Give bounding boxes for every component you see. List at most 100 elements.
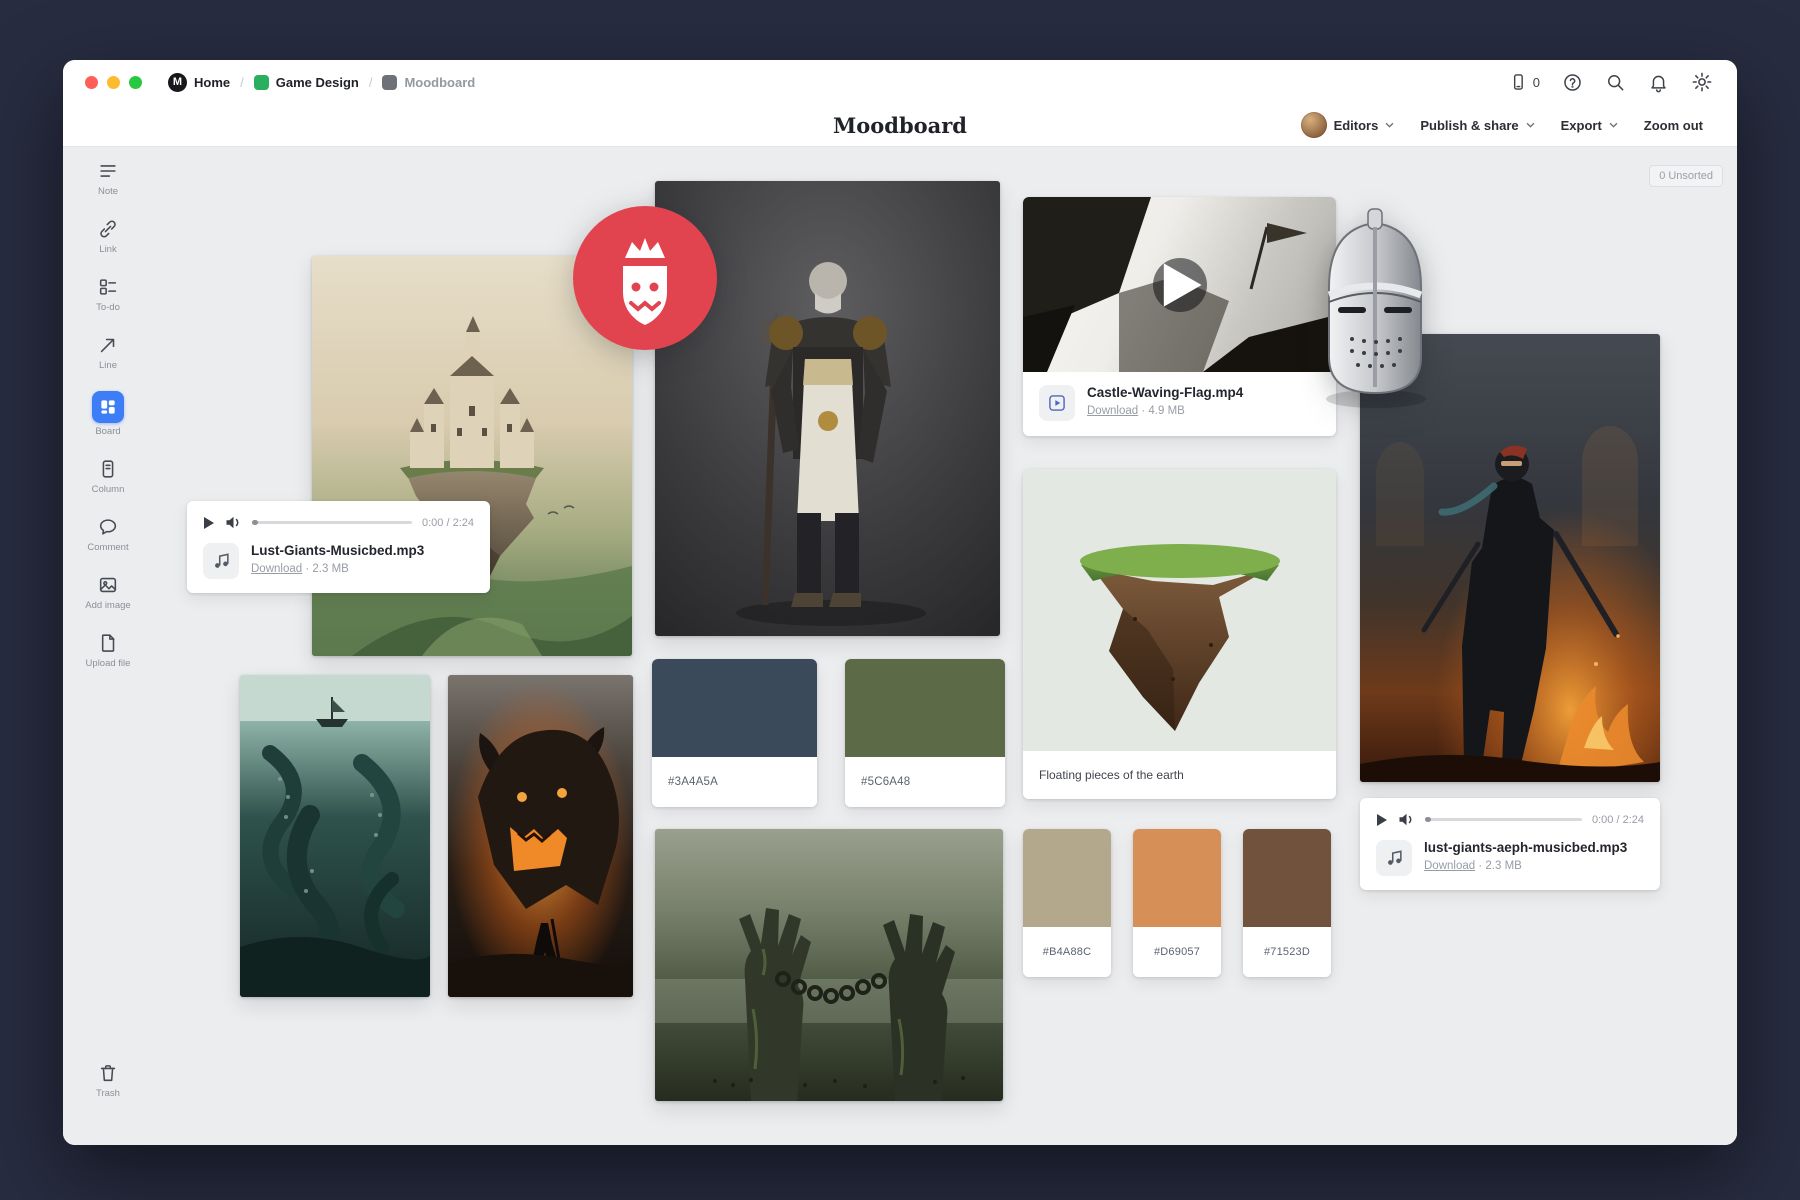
audio-player: 0:00 / 2:24 xyxy=(203,515,474,530)
audio-progress-bar[interactable] xyxy=(252,521,412,524)
tool-comment[interactable]: Comment xyxy=(77,515,139,553)
audio-volume-button[interactable] xyxy=(225,515,242,530)
tool-upload-file[interactable]: Upload file xyxy=(77,631,139,669)
board-green-icon xyxy=(254,75,269,90)
audio-progress-bar[interactable] xyxy=(1425,818,1582,821)
publish-share-menu[interactable]: Publish & share xyxy=(1420,118,1534,133)
audio-file-meta: Download · 2.3 MB xyxy=(251,563,424,575)
page-title: Moodboard xyxy=(833,113,967,138)
breadcrumb-board[interactable]: Moodboard xyxy=(382,75,475,90)
app-window: M Home / Game Design / Moodboard 0 xyxy=(63,60,1737,1145)
color-swatch-card[interactable]: #5C6A48 xyxy=(845,659,1005,807)
video-file-info: Castle-Waving-Flag.mp4 Download · 4.9 MB xyxy=(1023,372,1336,436)
breadcrumb-project-label: Game Design xyxy=(276,75,359,90)
audio-volume-button[interactable] xyxy=(1398,812,1415,827)
video-thumbnail xyxy=(1023,197,1336,372)
color-swatch-block xyxy=(845,659,1005,757)
titlebar: M Home / Game Design / Moodboard 0 xyxy=(63,60,1737,104)
link-icon xyxy=(97,218,119,240)
audio-card-2[interactable]: 0:00 / 2:24 lust-giants-aeph-musicbed.mp… xyxy=(1360,798,1660,890)
audio-player: 0:00 / 2:24 xyxy=(1376,812,1644,827)
tool-label: To-do xyxy=(77,302,139,313)
color-swatch-card[interactable]: #3A4A5A xyxy=(652,659,817,807)
close-button[interactable] xyxy=(85,76,98,89)
sea-monsters-artwork xyxy=(240,675,430,997)
zoom-button[interactable] xyxy=(129,76,142,89)
publish-share-label: Publish & share xyxy=(1420,118,1518,133)
tool-line[interactable]: Line xyxy=(77,333,139,371)
audio-download-link[interactable]: Download xyxy=(1424,860,1475,872)
color-swatch-card[interactable]: #D69057 xyxy=(1133,829,1221,977)
giant-hands-image[interactable] xyxy=(655,829,1003,1101)
device-activity-button[interactable]: 0 xyxy=(1508,72,1540,92)
fire-demon-image[interactable] xyxy=(448,675,633,997)
audio-filename: Lust-Giants-Musicbed.mp3 xyxy=(251,543,424,559)
audio-file-size: 2.3 MB xyxy=(1485,860,1521,872)
line-arrow-icon xyxy=(97,334,119,356)
upload-file-icon xyxy=(97,632,119,654)
meta-separator: · xyxy=(305,563,309,575)
audio-file-info: Lust-Giants-Musicbed.mp3 Download · 2.3 … xyxy=(203,543,474,579)
meta-separator: · xyxy=(1478,860,1482,872)
device-icon xyxy=(1508,72,1528,92)
color-swatch-card[interactable]: #71523D xyxy=(1243,829,1331,977)
tool-todo[interactable]: To-do xyxy=(77,275,139,313)
todo-icon xyxy=(97,276,119,298)
breadcrumb-board-label: Moodboard xyxy=(404,75,475,90)
color-swatch-hex: #71523D xyxy=(1243,927,1331,977)
audio-play-button[interactable] xyxy=(1376,813,1388,827)
video-play-button[interactable] xyxy=(1153,258,1207,312)
editors-label: Editors xyxy=(1334,118,1379,133)
audio-download-link[interactable]: Download xyxy=(251,563,302,575)
tool-label: Column xyxy=(77,484,139,495)
board-header-actions: Editors Publish & share Export Zoom out xyxy=(1301,112,1737,138)
color-swatch-block xyxy=(1133,829,1221,927)
tool-link[interactable]: Link xyxy=(77,217,139,255)
settings-button[interactable] xyxy=(1691,71,1713,93)
gear-icon xyxy=(1691,71,1713,93)
video-card[interactable]: Castle-Waving-Flag.mp4 Download · 4.9 MB xyxy=(1023,197,1336,436)
audio-file-meta: Download · 2.3 MB xyxy=(1424,860,1627,872)
tool-column[interactable]: Column xyxy=(77,457,139,495)
editor-avatar xyxy=(1301,112,1327,138)
sea-monsters-image[interactable] xyxy=(240,675,430,997)
help-button[interactable] xyxy=(1562,72,1583,93)
breadcrumb-home[interactable]: M Home xyxy=(168,73,230,92)
search-button[interactable] xyxy=(1605,72,1626,93)
export-label: Export xyxy=(1561,118,1602,133)
titlebar-actions: 0 xyxy=(1508,60,1713,104)
tool-label: Note xyxy=(77,186,139,197)
shield-crown-logo-image[interactable] xyxy=(573,206,717,350)
zoom-out-button[interactable]: Zoom out xyxy=(1644,118,1703,133)
audio-card-1[interactable]: 0:00 / 2:24 Lust-Giants-Musicbed.mp3 Dow… xyxy=(187,501,490,593)
editors-menu[interactable]: Editors xyxy=(1301,112,1395,138)
color-swatch-hex: #5C6A48 xyxy=(845,757,1005,807)
board-gray-icon xyxy=(382,75,397,90)
video-file-meta: Download · 4.9 MB xyxy=(1087,405,1243,417)
breadcrumb-project[interactable]: Game Design xyxy=(254,75,359,90)
shield-crown-logo-icon xyxy=(573,206,717,350)
tool-note[interactable]: Note xyxy=(77,159,139,197)
column-icon xyxy=(97,458,119,480)
tool-board[interactable]: Board xyxy=(77,391,139,437)
audio-file-icon xyxy=(1376,840,1412,876)
breadcrumb-separator: / xyxy=(369,75,373,90)
audio-play-button[interactable] xyxy=(203,516,215,530)
minimize-button[interactable] xyxy=(107,76,120,89)
export-menu[interactable]: Export xyxy=(1561,118,1618,133)
speaker-icon xyxy=(1398,812,1415,827)
audio-time: 0:00 / 2:24 xyxy=(1592,814,1644,826)
tool-add-image[interactable]: Add image xyxy=(77,573,139,611)
board-header: Moodboard Editors Publish & share Export… xyxy=(63,104,1737,146)
medieval-helmet-image[interactable] xyxy=(1300,201,1450,421)
video-download-link[interactable]: Download xyxy=(1087,405,1138,417)
notifications-button[interactable] xyxy=(1648,72,1669,93)
tool-label: Line xyxy=(77,360,139,371)
color-swatch-hex: #B4A88C xyxy=(1023,927,1111,977)
zoom-out-label: Zoom out xyxy=(1644,118,1703,133)
tool-label: Upload file xyxy=(77,658,139,669)
color-swatch-card[interactable]: #B4A88C xyxy=(1023,829,1111,977)
floating-earth-card[interactable]: Floating pieces of the earth xyxy=(1023,469,1336,799)
unsorted-badge[interactable]: 0 Unsorted xyxy=(1649,165,1723,187)
tool-trash[interactable]: Trash xyxy=(77,1061,139,1099)
